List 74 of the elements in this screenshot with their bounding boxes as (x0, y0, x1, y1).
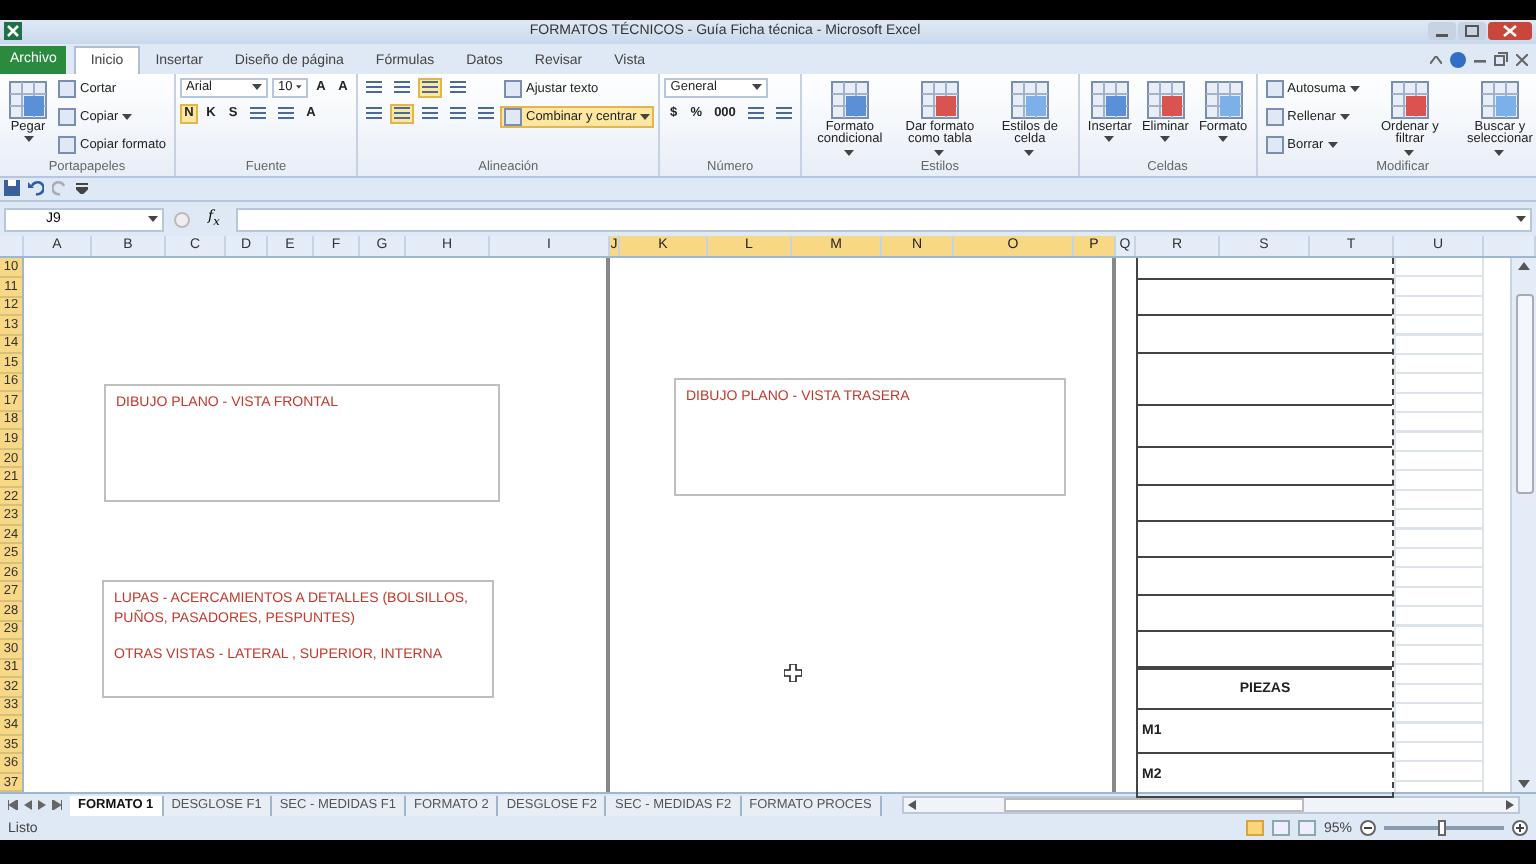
toolbar-button[interactable] (418, 77, 442, 98)
toolbar-button[interactable] (743, 103, 768, 124)
toolbar-button[interactable] (274, 103, 298, 124)
zoom-slider-thumb[interactable] (1437, 820, 1446, 837)
spreadsheet-icon (919, 79, 960, 120)
undo-icon[interactable] (28, 180, 44, 197)
spreadsheet-icon (1009, 79, 1050, 120)
square-icon (504, 79, 522, 98)
toolbar-button[interactable] (246, 103, 270, 124)
zoom-in-icon[interactable] (1512, 820, 1528, 837)
spreadsheet-icon (1089, 79, 1130, 120)
customize-icon[interactable] (76, 182, 88, 195)
scroll-right-icon[interactable] (1505, 800, 1514, 811)
minimize-button[interactable] (1428, 22, 1456, 41)
toolbar-button[interactable] (390, 77, 414, 98)
collapse-ribbon-icon[interactable] (1430, 55, 1442, 64)
restore-icon[interactable] (1494, 52, 1508, 67)
scroll-left-icon[interactable] (907, 800, 916, 811)
toolbar-button[interactable] (362, 77, 386, 98)
toolbar-button[interactable] (418, 103, 442, 124)
caret-icon (752, 84, 763, 91)
previous-sheet-icon[interactable] (24, 800, 32, 811)
caret-icon (296, 84, 302, 91)
lines-icon (366, 106, 382, 121)
square-icon (1265, 107, 1284, 126)
maximize-button[interactable] (1458, 22, 1486, 41)
square-icon (504, 107, 522, 126)
toolbar-button[interactable] (474, 103, 498, 124)
caret-icon (148, 216, 158, 223)
close-button[interactable] (1488, 22, 1532, 41)
lines-icon (366, 80, 382, 95)
spreadsheet-icon (1479, 79, 1520, 120)
toolbar-button[interactable] (390, 103, 414, 124)
lines-icon (394, 80, 410, 95)
close-icon[interactable] (1516, 53, 1528, 66)
spreadsheet-icon (1389, 79, 1430, 120)
toolbar-button[interactable] (446, 103, 470, 124)
square-icon (1265, 79, 1284, 98)
spreadsheet-icon (1203, 79, 1244, 120)
last-sheet-icon[interactable] (52, 800, 62, 811)
toolbar-button[interactable] (446, 77, 470, 98)
caret-icon (1516, 216, 1526, 223)
spreadsheet-app-icon[interactable] (4, 22, 22, 41)
zoom-out-icon[interactable] (1360, 820, 1376, 837)
lines-icon (450, 80, 466, 95)
toolbar-button[interactable] (362, 103, 386, 124)
lines-icon (278, 106, 294, 121)
square-icon (1265, 135, 1284, 154)
horizontal-scrollbar[interactable] (901, 796, 1520, 815)
first-sheet-icon[interactable] (8, 800, 18, 811)
spreadsheet-icon (8, 79, 48, 120)
lines-icon (450, 106, 466, 121)
scrollbar-thumb[interactable] (1515, 294, 1533, 495)
toolbar-button[interactable] (771, 103, 796, 124)
formula-input[interactable] (235, 207, 1532, 232)
move-cursor-icon (784, 664, 802, 683)
square-icon (58, 107, 76, 126)
vertical-scrollbar[interactable] (1510, 258, 1536, 793)
lines-icon (422, 80, 438, 95)
lines-icon (747, 106, 764, 121)
square-icon (58, 135, 76, 154)
lines-icon (478, 106, 494, 121)
lines-icon (422, 106, 438, 121)
caret-icon (252, 84, 262, 91)
next-sheet-icon[interactable] (38, 800, 46, 811)
spreadsheet-icon (829, 79, 870, 120)
help-icon[interactable] (1450, 51, 1466, 68)
lines-icon (394, 106, 410, 121)
save-icon[interactable] (4, 180, 20, 197)
lines-icon (250, 106, 266, 121)
square-icon (58, 79, 76, 98)
cancel-icon (172, 211, 192, 228)
lines-icon (775, 106, 792, 121)
spreadsheet-icon (1145, 79, 1186, 120)
